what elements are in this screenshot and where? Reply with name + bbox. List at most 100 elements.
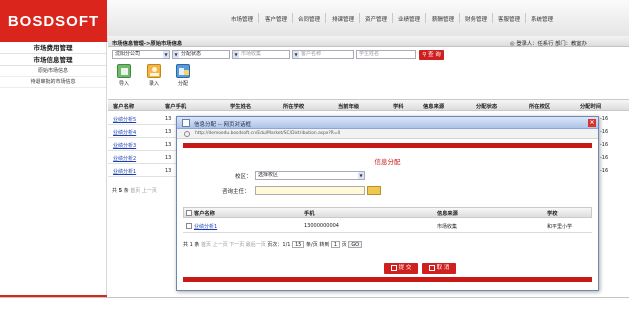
nav-item[interactable]: 系统管理 (531, 15, 553, 23)
column-header[interactable]: 当前年级 (338, 102, 359, 110)
nav-divider (425, 13, 426, 23)
nav-item[interactable]: 客服管理 (498, 15, 520, 23)
per-page-input[interactable]: 15 (292, 241, 305, 248)
row-divider (183, 232, 592, 233)
customer-name-link[interactable]: 业绩分析4 (113, 129, 136, 136)
chevron-down-icon: ▼ (163, 51, 169, 58)
import-icon (117, 64, 131, 78)
sidebar-section-market-cost[interactable]: 市场费用管理 (0, 42, 106, 54)
nav-item[interactable]: 薪酬管理 (432, 15, 454, 23)
column-header[interactable]: 信息来源 (423, 102, 444, 110)
first-page-link[interactable]: 首页 (201, 242, 211, 248)
exit-icon[interactable]: ◎ (510, 41, 515, 47)
nav-divider (492, 13, 493, 23)
column-header[interactable]: 分配状态 (476, 102, 497, 110)
total-count: 5 (118, 188, 123, 194)
market-select[interactable]: ▼ 市场收集 (232, 50, 290, 59)
column-header[interactable]: 学生姓名 (230, 102, 251, 110)
dialog-bottom-bar (183, 277, 592, 282)
customer-name-link[interactable]: 业绩分析5 (113, 116, 136, 123)
school: 和平里小学 (547, 224, 573, 230)
column-header: 手机 (304, 211, 315, 217)
chevron-down-icon: ▼ (173, 51, 179, 58)
advisor-input[interactable] (255, 186, 365, 195)
chevron-down-icon: ▼ (358, 172, 364, 179)
import-button[interactable]: 导入 (114, 64, 134, 87)
search-button[interactable]: ⚲ 查 询 (419, 50, 444, 60)
dialog-titlebar[interactable]: 信息分配 -- 网页对话框 × (177, 117, 598, 129)
column-header: 学校 (547, 211, 558, 217)
submit-button[interactable]: 提 交 (384, 263, 418, 274)
nav-item[interactable]: 排课管理 (332, 15, 354, 23)
sidebar-item-pending-approval[interactable]: 待退审批的市场信息 (0, 77, 106, 88)
cancel-button[interactable]: 取 消 (422, 263, 456, 274)
column-header[interactable]: 分配时间 (580, 102, 601, 110)
assign-time: -16 (600, 168, 609, 174)
dialog-pager: 共 1 条 首页 上一页 下一页 最后一页 页次：1/1 15 条/页 转到 1… (183, 241, 363, 248)
close-icon[interactable]: × (588, 119, 596, 127)
table-pager: 共 5 条 首页 上一页 (112, 188, 157, 194)
campus-select[interactable]: 选择校区 ▼ (255, 171, 365, 180)
globe-icon (184, 131, 190, 137)
nav-divider (392, 13, 393, 23)
column-header[interactable]: 学科 (393, 102, 404, 110)
customer-phone: 13 (165, 155, 172, 161)
column-header[interactable]: 所在校区 (529, 102, 550, 110)
customer-name-input[interactable]: ▼ 客户名称 (292, 50, 354, 59)
entry-button[interactable]: 录入 (144, 64, 164, 87)
nav-item[interactable]: 资产管理 (365, 15, 387, 23)
company-select[interactable]: 沈阳分公司 ▼ (112, 50, 170, 59)
customer-phone: 13 (165, 116, 172, 122)
nav-item[interactable]: 财务管理 (465, 15, 487, 23)
customer-name-link[interactable]: 业绩分析2 (113, 155, 136, 162)
dialog-title: 信息分配 -- 网页对话框 (194, 122, 251, 128)
student-name-input[interactable]: 学生姓名 (356, 50, 416, 59)
column-header[interactable]: 客户手机 (165, 102, 186, 110)
status-select[interactable]: ▼ 分配状态 (172, 50, 230, 59)
window-icon (182, 119, 190, 127)
dialog-heading: 信息分配 (374, 158, 401, 166)
prev-page-link[interactable]: 上一页 (213, 242, 228, 248)
entry-icon (147, 64, 161, 78)
user-info-text: 登录人：任系行 部门：教室办 (516, 41, 587, 47)
customer-phone: 13 (165, 168, 172, 174)
assign-icon (176, 64, 190, 78)
customer-name-link[interactable]: 业绩分析1 (194, 223, 217, 230)
nav-divider (459, 13, 460, 23)
column-header[interactable]: 所在学校 (283, 102, 304, 110)
row-checkbox[interactable] (186, 223, 192, 229)
nav-item[interactable]: 市场管理 (231, 15, 253, 23)
goto-page-input[interactable]: 1 (330, 241, 341, 248)
assign-time: -16 (600, 155, 609, 161)
column-header[interactable]: 客户名称 (113, 102, 134, 110)
distribution-dialog: 信息分配 -- 网页对话框 × http://demoedu.bosdsoft.… (176, 116, 599, 291)
customer-name-link[interactable]: 业绩分析1 (113, 168, 136, 175)
sidebar: 市场费用管理 市场信息管理 原始市场信息 待退审批的市场信息 (0, 42, 107, 297)
first-page-link[interactable]: 首页 (130, 188, 140, 194)
advisor-label: 咨询主任： (222, 189, 250, 195)
prev-page-link[interactable]: 上一页 (142, 188, 157, 194)
last-page-link[interactable]: 最后一页 (246, 242, 266, 248)
go-button[interactable]: GO (348, 241, 363, 248)
column-header: 客户名称 (194, 211, 215, 217)
search-icon: ⚲ (422, 52, 427, 58)
sidebar-item-raw-market-info[interactable]: 原始市场信息 (0, 66, 106, 77)
nav-divider (325, 13, 326, 23)
customer-phone: 13 (165, 142, 172, 148)
user-info: ◎ 登录人：任系行 部门：教室办 (510, 39, 587, 47)
dialog-top-bar (183, 143, 592, 148)
nav-item[interactable]: 客户管理 (265, 15, 287, 23)
nav-divider (292, 13, 293, 23)
nav-item[interactable]: 业绩管理 (398, 15, 420, 23)
sidebar-section-market-info[interactable]: 市场信息管理 (0, 54, 106, 66)
assign-time: -16 (600, 142, 609, 148)
assign-button[interactable]: 分配 (173, 64, 193, 87)
breadcrumb: 市场信息管理->原始市场信息 (112, 41, 183, 47)
next-page-link[interactable]: 下一页 (229, 242, 244, 248)
nav-item[interactable]: 合同管理 (298, 15, 320, 23)
advisor-picker-icon[interactable] (367, 186, 381, 195)
select-all-checkbox[interactable] (186, 210, 192, 216)
customer-name-link[interactable]: 业绩分析3 (113, 142, 136, 149)
info-source: 市场收集 (437, 224, 458, 230)
customer-phone: 13000000004 (304, 223, 339, 229)
